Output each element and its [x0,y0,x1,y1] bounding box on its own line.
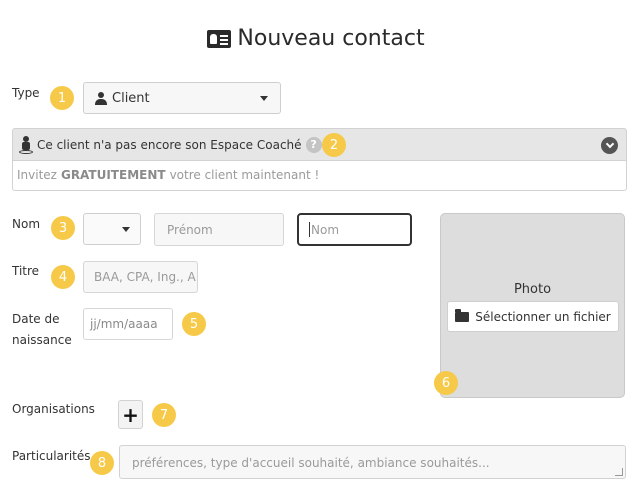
chevron-down-icon [260,95,268,101]
photo-label: Photo [513,282,552,297]
badge-8: 8 [90,451,114,475]
type-label: Type [12,86,40,100]
select-file-label: Sélectionner un fichier [475,309,611,324]
select-file-button[interactable]: Sélectionner un fichier [447,301,619,332]
badge-3: 3 [51,216,75,240]
organisations-label: Organisations [12,402,95,416]
particularites-textarea[interactable]: préférences, type d'accueil souhaité, am… [119,445,626,479]
type-select[interactable]: Client [83,82,281,114]
title-label: Titre [12,264,40,278]
invite-client-link[interactable]: Invitez GRATUITEMENT votre client mainte… [12,160,627,191]
help-icon[interactable]: ? [305,136,322,153]
particularites-placeholder: préférences, type d'accueil souhaité, am… [132,456,490,470]
page-title: Nouveau contact [0,26,632,51]
resize-handle-icon[interactable] [615,468,623,476]
badge-5: 5 [182,312,206,336]
badge-2: 2 [322,133,346,157]
particularites-label: Particularités [12,449,91,463]
last-name-placeholder: Nom [311,222,340,237]
birthdate-label-line1: Date de [12,312,60,326]
espace-coache-message: Ce client n'a pas encore son Espace Coac… [37,137,302,152]
contact-card-icon [207,29,232,48]
person-pin-icon [19,135,33,155]
invite-suffix: votre client maintenant ! [169,168,320,182]
badge-1: 1 [50,86,74,110]
professional-title-input[interactable]: BAA, CPA, Ing., A [83,261,198,293]
birthdate-input[interactable]: jj/mm/aaaa [83,308,173,340]
page-title-text: Nouveau contact [237,26,425,51]
chevron-down-icon [122,226,130,232]
espace-coache-panel-header[interactable]: Ce client n'a pas encore son Espace Coac… [12,128,627,161]
photo-dropzone[interactable]: Photo Sélectionner un fichier [440,213,625,398]
user-icon [95,91,107,105]
last-name-input[interactable]: Nom [297,213,412,246]
invite-prefix: Invitez [17,168,57,182]
expand-chevron-icon[interactable] [601,137,618,154]
birthdate-label-line2: naissance [12,333,72,347]
type-select-value: Client [112,90,150,106]
badge-6: 6 [434,371,458,395]
folder-open-icon [455,308,470,322]
add-organisation-button[interactable]: + [118,400,143,429]
badge-4: 4 [51,265,75,289]
badge-7: 7 [152,403,176,427]
name-label: Nom [12,217,41,231]
civility-select[interactable] [83,213,141,245]
first-name-input[interactable]: Prénom [154,213,284,246]
invite-bold: GRATUITEMENT [60,168,166,182]
